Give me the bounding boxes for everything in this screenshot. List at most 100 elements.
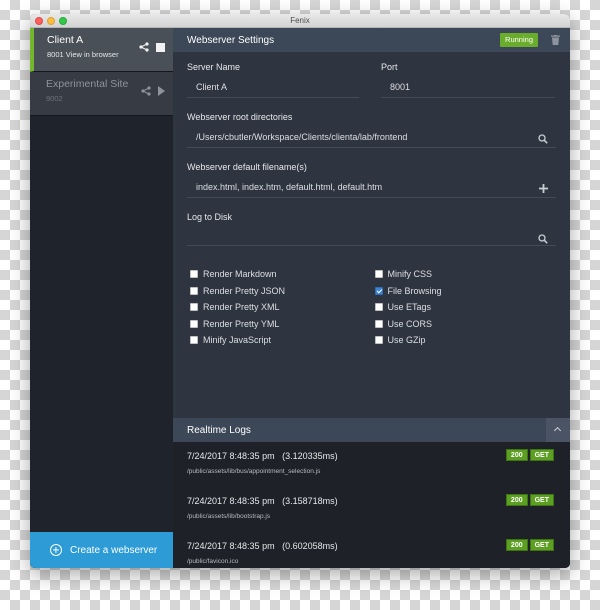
checkbox-checked[interactable] xyxy=(374,286,383,295)
sidebar-site-experimental[interactable]: Experimental Site 9002 xyxy=(30,72,173,116)
option-minify-javascript[interactable]: Minify JavaScript xyxy=(187,332,372,349)
option-label: Use ETags xyxy=(387,302,432,313)
settings-header: Webserver Settings Running xyxy=(173,28,570,52)
option-use-cors[interactable]: Use CORS xyxy=(372,316,557,333)
option-render-markdown[interactable]: Render Markdown xyxy=(187,266,372,283)
option-file-browsing[interactable]: File Browsing xyxy=(372,283,557,300)
option-label: Render Markdown xyxy=(203,269,277,280)
option-label: Minify CSS xyxy=(387,269,433,280)
checkbox[interactable] xyxy=(190,286,198,295)
log-duration: (3.158718ms) xyxy=(282,496,338,506)
log-duration: (3.120335ms) xyxy=(282,451,338,461)
root-field: Webserver root directories /Users/cbutle… xyxy=(187,112,556,148)
status-badge[interactable]: Running xyxy=(500,33,538,47)
chevron-up-icon[interactable] xyxy=(546,418,570,442)
checkbox[interactable] xyxy=(374,319,383,328)
checkbox[interactable] xyxy=(190,270,198,279)
checkbox[interactable] xyxy=(374,303,383,312)
option-label: Use CORS xyxy=(387,318,433,329)
port-input[interactable]: 8001 xyxy=(381,72,555,98)
log-path: /public/assets/lib/bus/appointment_selec… xyxy=(187,468,321,475)
log-tags: 200 GET xyxy=(505,449,554,461)
site-actions xyxy=(141,86,165,96)
logs-list: 7/24/2017 8:48:35 pm (3.120335ms) /publi… xyxy=(173,442,570,568)
log-to-disk-input[interactable] xyxy=(187,222,556,246)
root-directories-input[interactable]: /Users/cbutler/Workspace/Clients/clienta… xyxy=(187,122,556,148)
minimize-window-button[interactable] xyxy=(47,17,55,25)
server-name-input[interactable]: Client A xyxy=(187,72,359,98)
method-badge: GET xyxy=(529,539,554,551)
log-to-disk-label: Log to Disk xyxy=(187,212,233,222)
settings-title: Webserver Settings xyxy=(187,34,275,46)
status-code-badge: 200 xyxy=(505,539,528,551)
log-to-disk-field: Log to Disk xyxy=(187,212,556,246)
option-label: Render Pretty JSON xyxy=(203,285,286,296)
log-path: /public/favicon.ico xyxy=(187,558,239,565)
option-render-pretty-json[interactable]: Render Pretty JSON xyxy=(187,283,372,300)
log-time: 7/24/2017 8:48:35 pm xyxy=(187,541,275,551)
option-render-pretty-yml[interactable]: Render Pretty YML xyxy=(187,316,372,333)
sidebar-site-client-a[interactable]: Client A 8001 View in browser xyxy=(30,28,173,72)
method-badge: GET xyxy=(529,494,554,506)
logs-title: Realtime Logs xyxy=(187,424,251,436)
port-label: Port xyxy=(381,62,398,72)
checkbox[interactable] xyxy=(190,319,198,328)
titlebar: Fenix xyxy=(30,14,570,28)
options-left-column: Render Markdown Render Pretty JSON Rende… xyxy=(187,266,372,349)
option-use-gzip[interactable]: Use GZip xyxy=(372,332,557,349)
site-port: 8001 xyxy=(47,50,64,59)
checkbox[interactable] xyxy=(374,270,383,279)
checkbox[interactable] xyxy=(190,303,198,312)
checkbox[interactable] xyxy=(374,336,383,345)
root-directories-value: /Users/cbutler/Workspace/Clients/clienta… xyxy=(196,132,408,142)
default-filename-label: Webserver default filename(s) xyxy=(187,162,307,172)
options-checkboxes: Render Markdown Render Pretty JSON Rende… xyxy=(187,266,556,349)
option-render-pretty-xml[interactable]: Render Pretty XML xyxy=(187,299,372,316)
checkbox[interactable] xyxy=(190,336,198,345)
sidebar: Client A 8001 View in browser Experiment… xyxy=(30,28,173,568)
log-entry: 7/24/2017 8:48:35 pm (3.158718ms) /publi… xyxy=(173,487,570,532)
option-minify-css[interactable]: Minify CSS xyxy=(372,266,557,283)
log-tags: 200 GET xyxy=(505,494,554,506)
trash-icon[interactable] xyxy=(551,35,560,45)
status-code-badge: 200 xyxy=(505,449,528,461)
site-actions xyxy=(139,42,165,52)
plus-icon[interactable] xyxy=(539,184,548,193)
share-icon[interactable] xyxy=(139,42,149,52)
log-tags: 200 GET xyxy=(505,539,554,551)
status-code-badge: 200 xyxy=(505,494,528,506)
log-time: 7/24/2017 8:48:35 pm xyxy=(187,496,275,506)
search-icon[interactable] xyxy=(538,134,548,144)
option-label: Minify JavaScript xyxy=(203,335,272,346)
view-in-browser-link[interactable]: View in browser xyxy=(66,50,119,59)
log-time: 7/24/2017 8:48:35 pm xyxy=(187,451,275,461)
option-label: Render Pretty XML xyxy=(203,302,280,313)
default-filename-value: index.html, index.htm, default.html, def… xyxy=(196,182,383,192)
name-port-row: Server Name Client A Port 8001 xyxy=(187,62,556,98)
create-webserver-button[interactable]: Create a webserver xyxy=(30,532,173,568)
play-icon[interactable] xyxy=(158,86,165,96)
window-title: Fenix xyxy=(290,16,310,25)
app-window: Fenix Client A 8001 View in browser Expe… xyxy=(30,14,570,568)
server-name-label: Server Name xyxy=(187,62,241,72)
window-controls xyxy=(35,17,67,25)
option-use-etags[interactable]: Use ETags xyxy=(372,299,557,316)
option-label: File Browsing xyxy=(387,285,442,296)
log-entry: 7/24/2017 8:48:35 pm (0.602058ms) /publi… xyxy=(173,532,570,568)
close-window-button[interactable] xyxy=(35,17,43,25)
share-icon[interactable] xyxy=(141,86,151,96)
stop-icon[interactable] xyxy=(156,42,165,52)
default-filename-input[interactable]: index.html, index.htm, default.html, def… xyxy=(187,172,556,198)
options-right-column: Minify CSS File Browsing Use ETags Use C… xyxy=(372,266,557,349)
create-webserver-label: Create a webserver xyxy=(70,544,158,556)
log-duration: (0.602058ms) xyxy=(282,541,338,551)
root-label: Webserver root directories xyxy=(187,112,293,122)
main-panel: Webserver Settings Running Server Name C… xyxy=(173,28,570,568)
maximize-window-button[interactable] xyxy=(59,17,67,25)
logs-header: Realtime Logs xyxy=(173,418,570,442)
method-badge: GET xyxy=(529,449,554,461)
log-path: /public/assets/lib/bootstrap.js xyxy=(187,513,271,520)
log-entry: 7/24/2017 8:48:35 pm (3.120335ms) /publi… xyxy=(173,442,570,487)
plus-circle-icon xyxy=(50,544,62,556)
search-icon[interactable] xyxy=(538,234,548,244)
